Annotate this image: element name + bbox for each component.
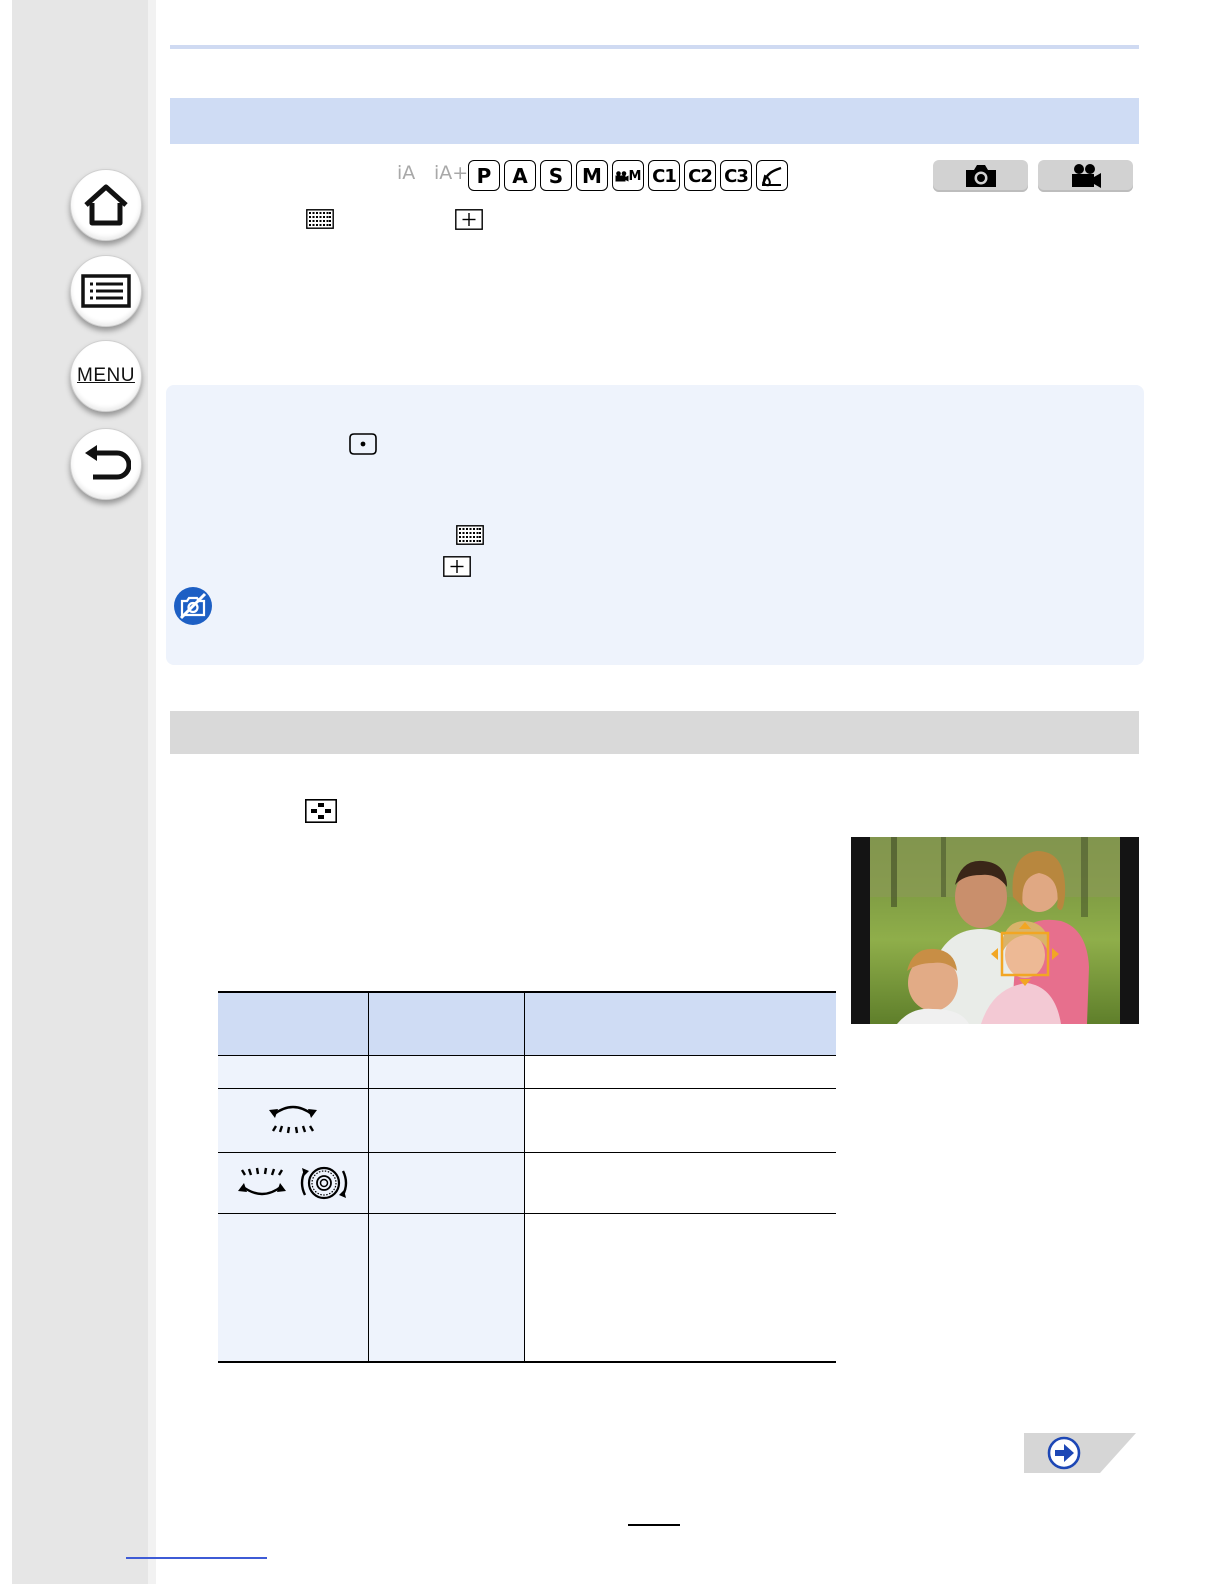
mode-c2-icon: C2	[684, 160, 716, 191]
table-row	[218, 1152, 836, 1214]
table-cell	[524, 1088, 836, 1153]
table-header-row	[218, 991, 836, 1056]
mode-s-icon: S	[540, 160, 572, 191]
mode-m-icon: M	[576, 160, 608, 191]
table-cell	[524, 1152, 836, 1214]
49-area-icon	[306, 209, 334, 229]
movie-camera-icon	[1071, 164, 1101, 188]
1-area-icon	[349, 433, 377, 455]
home-button[interactable]	[70, 169, 142, 241]
home-icon	[84, 184, 128, 226]
table-cell	[368, 1088, 525, 1153]
table-cell	[368, 1152, 525, 1214]
49-area-icon-note	[456, 525, 484, 545]
not-available-icon	[173, 586, 213, 626]
control-dial-icon	[301, 1166, 348, 1200]
footer-link-underline[interactable]	[126, 1557, 267, 1559]
table-cell	[368, 1055, 525, 1089]
mode-movie-letter: M	[628, 169, 642, 184]
table-header-cell	[524, 991, 836, 1056]
table-cell	[218, 1152, 369, 1214]
table-cell	[524, 1055, 836, 1089]
pinpoint-icon	[455, 209, 483, 230]
menu-label: MENU	[77, 365, 135, 386]
mode-c1-icon: C1	[648, 160, 680, 191]
table-header-cell	[218, 991, 369, 1056]
table-header-cell	[368, 991, 525, 1056]
table-row	[218, 1088, 836, 1153]
back-button[interactable]	[70, 428, 142, 500]
section-heading-bar	[170, 98, 1139, 144]
side-navigation-shadow	[148, 0, 156, 1584]
mode-a-icon: A	[504, 160, 536, 191]
mode-c3-icon: C3	[720, 160, 752, 191]
mode-ia-plus-icon: iA+	[434, 162, 469, 184]
photo-recording-badge	[933, 160, 1028, 192]
contents-button[interactable]	[70, 255, 142, 327]
header-rule	[170, 45, 1139, 49]
list-icon	[81, 274, 131, 308]
pinpoint-icon-note	[443, 556, 471, 577]
mode-ia-icon: iA	[397, 162, 416, 184]
mode-creative-video-icon: M	[612, 160, 644, 191]
next-page-button[interactable]	[1024, 1433, 1136, 1473]
table-cell	[218, 1213, 369, 1363]
rear-dial-icon	[237, 1167, 286, 1196]
operation-table	[218, 991, 836, 1363]
family-photo-with-af-area	[851, 837, 1139, 1024]
creative-control-icon	[756, 160, 788, 191]
camera-icon	[965, 165, 996, 187]
table-row	[218, 1213, 836, 1363]
menu-button[interactable]: MENU	[70, 340, 142, 412]
table-cell	[218, 1055, 369, 1089]
custom-multi-icon	[305, 799, 337, 823]
section-heading-bar-2	[170, 711, 1139, 754]
front-dial-icon	[269, 1105, 317, 1134]
note-panel	[166, 385, 1144, 665]
table-cell	[218, 1088, 369, 1153]
page-number-underline	[628, 1524, 680, 1526]
side-navigation-strip	[12, 0, 148, 1584]
movie-recording-badge	[1038, 160, 1133, 192]
table-cell	[524, 1213, 836, 1363]
table-row	[218, 1055, 836, 1089]
mode-p-icon: P	[468, 160, 500, 191]
table-cell	[368, 1213, 525, 1363]
return-icon	[85, 445, 131, 480]
